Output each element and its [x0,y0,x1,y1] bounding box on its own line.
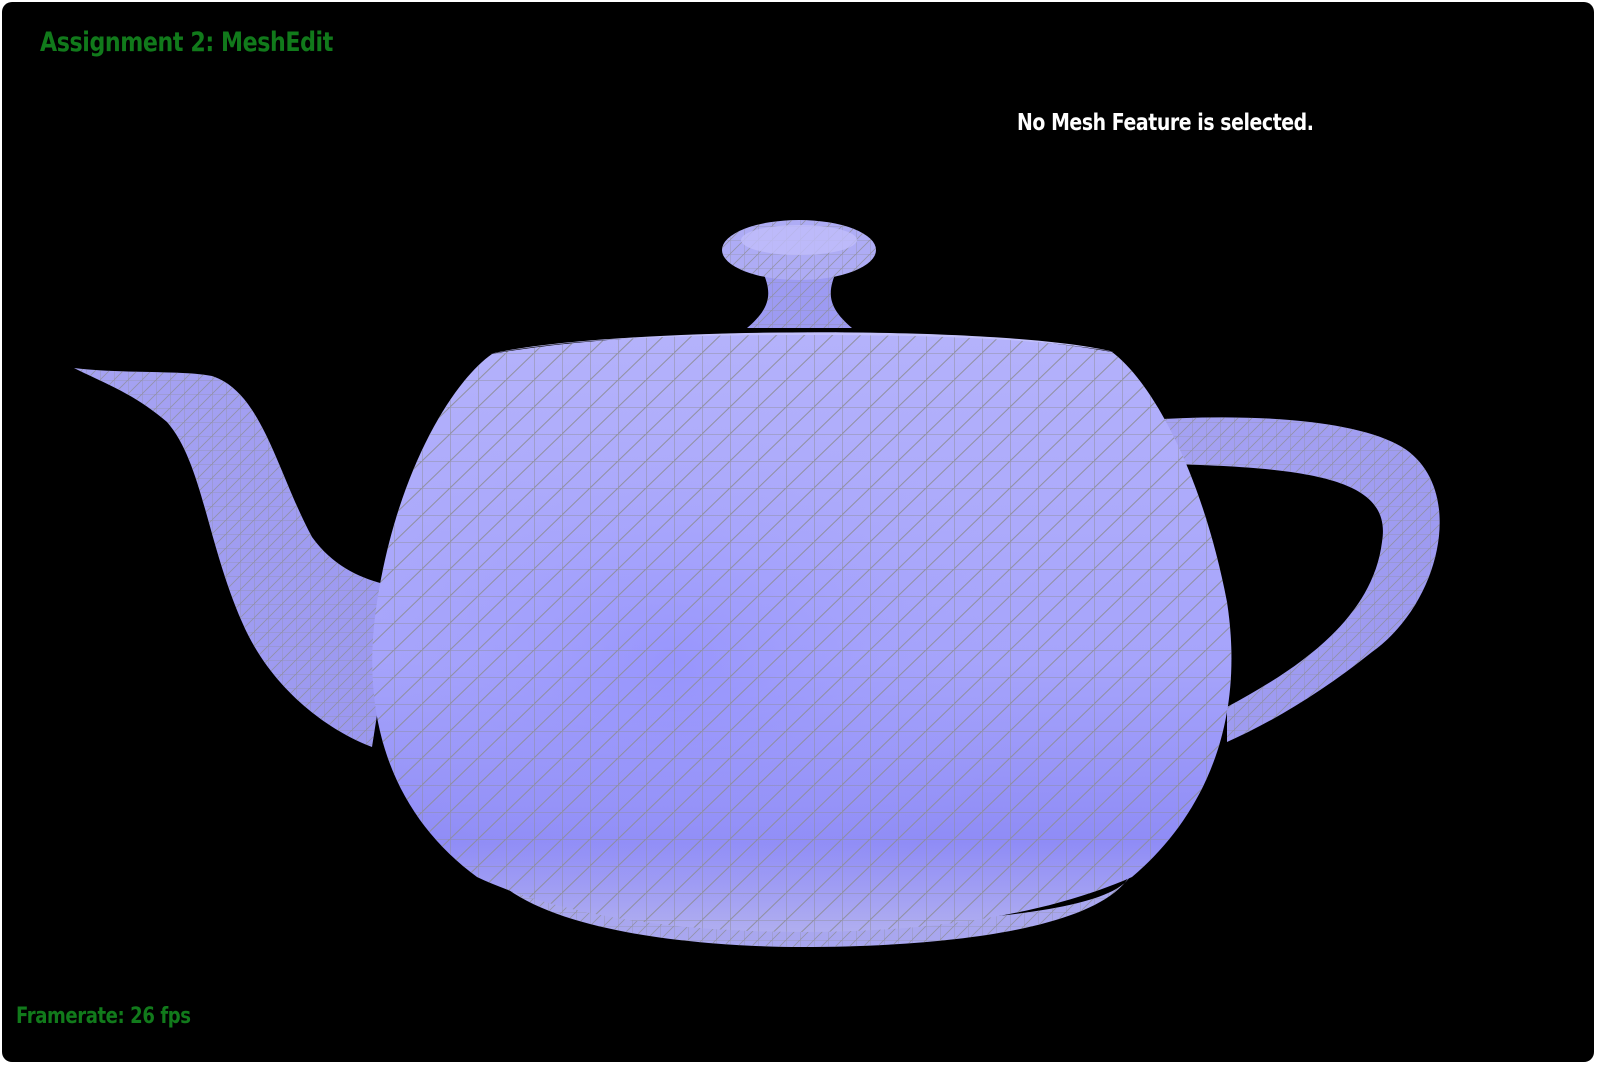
teapot-body [372,332,1232,932]
app-title: Assignment 2: MeshEdit [40,27,333,58]
framerate-readout: Framerate: 26 fps [16,1004,191,1029]
mesh-viewport[interactable] [2,2,1594,1062]
teapot-knob [722,220,876,328]
teapot-spout [74,368,397,747]
selection-status: No Mesh Feature is selected. [1017,110,1314,136]
meshedit-window: Assignment 2: MeshEdit No Mesh Feature i… [2,2,1594,1062]
